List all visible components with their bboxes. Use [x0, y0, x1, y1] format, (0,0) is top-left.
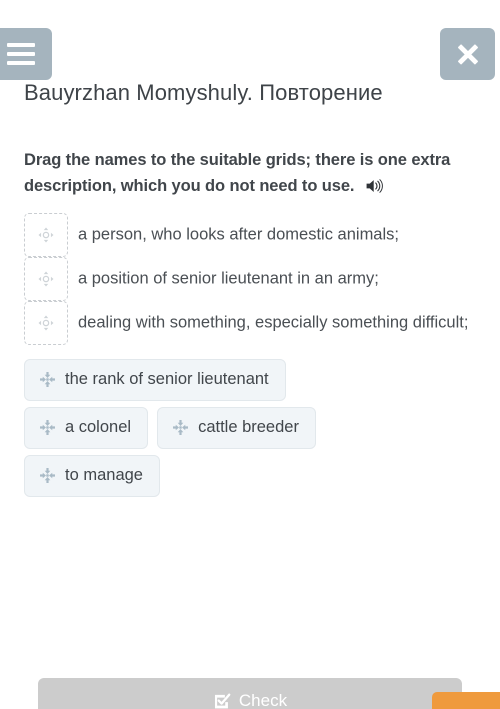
- dropzone-description: a position of senior lieutenant in an ar…: [78, 269, 379, 288]
- dropzone-description: a person, who looks after domestic anima…: [78, 225, 399, 244]
- move-cross-icon: [39, 419, 56, 436]
- move-cross-icon: [39, 371, 56, 388]
- chip-row: to manage: [24, 455, 480, 498]
- dropzone-row: a position of senior lieutenant in an ar…: [24, 257, 480, 302]
- dropzone-row: dealing with something, especially somet…: [24, 301, 480, 346]
- dropzone-row: a person, who looks after domestic anima…: [24, 213, 480, 258]
- close-icon: [455, 41, 481, 67]
- dropzone-slot-1[interactable]: [24, 213, 68, 258]
- check-square-icon: [213, 692, 231, 709]
- menu-button[interactable]: [0, 28, 52, 80]
- dropzone-slot-2[interactable]: [24, 257, 68, 302]
- chip-row: the rank of senior lieutenant: [24, 359, 480, 402]
- check-button[interactable]: Check: [38, 678, 462, 709]
- chip-row: a colonel cattle breeder: [24, 407, 480, 450]
- draggable-chip-bank: the rank of senior lieutenant a colonel: [24, 359, 480, 498]
- dropzone-list: a person, who looks after domestic anima…: [24, 213, 480, 346]
- chip-label: cattle breeder: [198, 418, 299, 437]
- task-instruction-text: Drag the names to the suitable grids; th…: [24, 151, 451, 195]
- move-cross-icon: [39, 467, 56, 484]
- move-arrows-icon: [38, 227, 55, 244]
- draggable-chip[interactable]: to manage: [24, 455, 160, 498]
- page-header: [0, 0, 500, 80]
- move-cross-icon: [172, 419, 189, 436]
- chip-label: to manage: [65, 466, 143, 485]
- dropzone-slot-3[interactable]: [24, 301, 68, 346]
- dropzone-description: dealing with something, especially somet…: [78, 313, 469, 332]
- page-title: Bauyrzhan Momyshuly. Повторение: [24, 80, 383, 105]
- hamburger-icon-bar: [7, 43, 35, 47]
- move-arrows-icon: [38, 315, 55, 332]
- lesson-task-page: Bauyrzhan Momyshuly. Повторение Drag the…: [0, 0, 500, 709]
- task-instruction: Drag the names to the suitable grids; th…: [24, 148, 480, 199]
- page-footer: Check: [0, 678, 500, 709]
- chip-label: a colonel: [65, 418, 132, 437]
- chip-label: the rank of senior lieutenant: [65, 370, 269, 389]
- check-button-label: Check: [238, 691, 288, 709]
- hamburger-icon-bar: [7, 52, 35, 56]
- task-content: Drag the names to the suitable grids; th…: [24, 148, 480, 503]
- speaker-icon[interactable]: [365, 178, 384, 194]
- move-arrows-icon: [38, 271, 55, 288]
- hamburger-icon-bar: [7, 61, 35, 65]
- next-button[interactable]: [432, 692, 500, 709]
- draggable-chip[interactable]: cattle breeder: [157, 407, 316, 450]
- close-button[interactable]: [440, 28, 495, 80]
- draggable-chip[interactable]: the rank of senior lieutenant: [24, 359, 286, 402]
- draggable-chip[interactable]: a colonel: [24, 407, 149, 450]
